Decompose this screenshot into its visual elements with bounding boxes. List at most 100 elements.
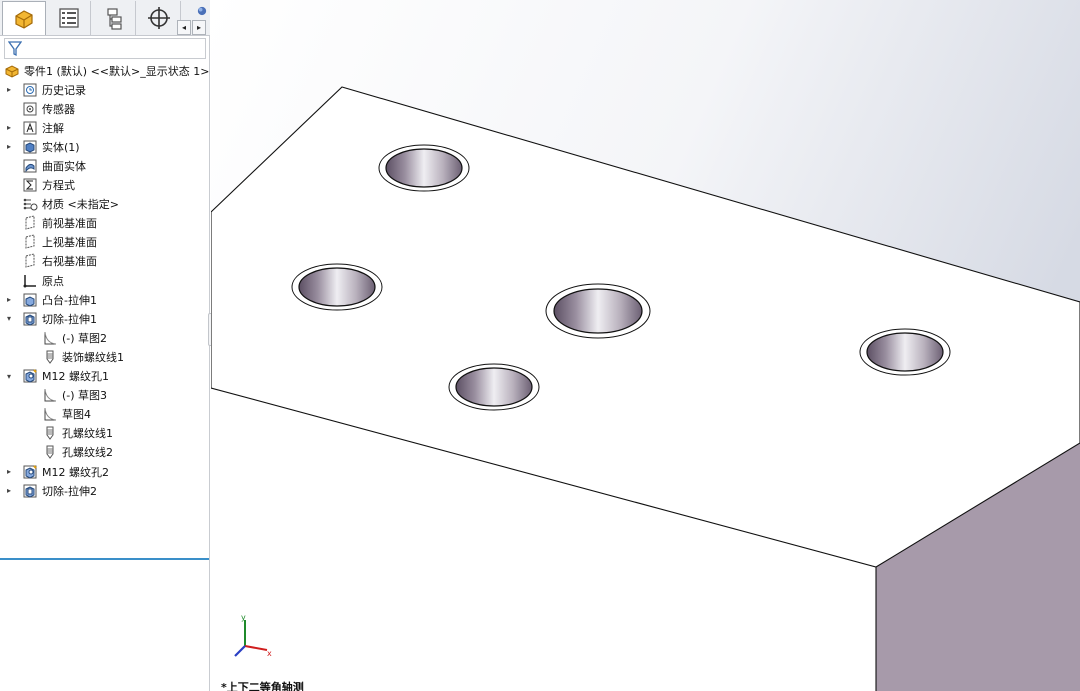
tree-item-label: 孔螺纹线2 [62, 446, 113, 460]
tab-property-manager[interactable] [47, 1, 91, 35]
part-icon [15, 9, 33, 29]
tree-item[interactable]: 原点 [4, 271, 64, 290]
tree-item-label: 原点 [42, 274, 64, 288]
tree-item-label: 上视基准面 [42, 236, 97, 250]
tabs-scroll-right-button[interactable]: ▸ [192, 20, 206, 35]
tree-item[interactable]: 方程式 [4, 176, 75, 195]
cut-extrude-icon [23, 484, 37, 498]
graphics-viewport[interactable] [211, 0, 1080, 691]
expand-arrow-icon[interactable]: ▸ [4, 486, 14, 495]
part-icon [5, 64, 19, 78]
tree-item[interactable]: (-) 草图3 [34, 386, 107, 405]
thread-hole[interactable] [545, 283, 651, 339]
thread-hole[interactable] [378, 144, 470, 192]
material-icon [23, 198, 38, 211]
tree-item[interactable]: ▸ M12 螺纹孔2 [4, 462, 109, 481]
triad-x-label: x [267, 649, 272, 658]
tree-item[interactable]: ▾ 切除-拉伸1 [4, 309, 97, 328]
hole-wizard-icon [23, 464, 37, 479]
tree-root-part[interactable]: 零件1 (默认) <<默认>_显示状态 1> [4, 61, 209, 80]
tree-item[interactable]: 孔螺纹线1 [34, 424, 113, 443]
tree-item-label: 凸台-拉伸1 [42, 293, 97, 307]
filter-icon [8, 41, 22, 57]
tree-item[interactable]: ▾ M12 螺纹孔1 [4, 367, 109, 386]
tree-item[interactable]: 装饰螺纹线1 [34, 347, 124, 366]
equation-icon [23, 178, 37, 192]
tab-feature-manager[interactable] [2, 1, 46, 35]
history-icon [23, 83, 37, 96]
view-orientation-label: *上下二等角轴测 [221, 681, 304, 691]
collapse-arrow-icon[interactable]: ▾ [4, 372, 14, 381]
sensor-icon [23, 102, 37, 116]
configuration-icon [106, 8, 122, 30]
sketch-icon [44, 408, 57, 421]
model-scene [211, 0, 1080, 691]
tree-root-label: 零件1 (默认) <<默认>_显示状态 1> [24, 64, 210, 78]
expand-arrow-icon[interactable]: ▸ [4, 467, 14, 476]
tree-item[interactable]: 曲面实体 [4, 156, 86, 175]
tree-item-label: 装饰螺纹线1 [62, 350, 124, 364]
plane-icon [25, 234, 35, 249]
plane-icon [25, 215, 35, 230]
cosmetic-thread-icon [46, 426, 54, 441]
sketch-icon [44, 389, 57, 402]
expand-arrow-icon[interactable]: ▸ [4, 85, 14, 94]
tree-item[interactable]: 前视基准面 [4, 214, 97, 233]
crosshair-icon [147, 7, 170, 29]
cosmetic-thread-icon [46, 350, 54, 364]
tree-item[interactable]: ▸ 实体(1) [4, 137, 80, 156]
tree-item-label: 右视基准面 [42, 255, 97, 269]
expand-arrow-icon[interactable]: ▸ [4, 142, 14, 151]
tree-item-label: 实体(1) [42, 140, 80, 154]
tree-item[interactable]: ▸ 历史记录 [4, 80, 86, 99]
tabs-scroll-left-button[interactable]: ◂ [177, 20, 191, 35]
thread-hole[interactable] [448, 363, 540, 411]
tree-item-label: 孔螺纹线1 [62, 427, 113, 441]
solid-body-icon [23, 140, 37, 154]
cut-extrude-icon [23, 312, 37, 326]
cosmetic-thread-icon [46, 445, 54, 460]
tree-item[interactable]: ▸ 凸台-拉伸1 [4, 290, 97, 309]
plane-icon [25, 253, 35, 269]
manager-tabs: ◂ ▸ [0, 0, 210, 36]
tree-item[interactable]: ▸ 切除-拉伸2 [4, 481, 97, 500]
thread-hole[interactable] [291, 263, 383, 311]
surface-body-icon [23, 159, 37, 173]
tree-item[interactable]: 草图4 [34, 405, 91, 424]
tree-item-label: 材质 <未指定> [42, 198, 119, 212]
tree-filter-input[interactable] [4, 38, 206, 59]
expand-arrow-icon[interactable]: ▸ [4, 123, 14, 132]
tree-item-label: M12 螺纹孔1 [42, 370, 109, 383]
triad-y-label: y [241, 613, 246, 622]
collapse-arrow-icon[interactable]: ▾ [4, 314, 14, 323]
tree-item-label: (-) 草图2 [62, 331, 108, 345]
tree-item[interactable]: ▸ 注解 [4, 118, 64, 137]
tree-item[interactable]: 右视基准面 [4, 252, 97, 271]
origin-icon [23, 274, 36, 287]
tree-item[interactable]: 孔螺纹线2 [34, 443, 113, 462]
feature-manager-panel: ◂ ▸ 零件1 (默认) <<默认>_显示状态 1> ▸ 历史记录传感器 ▸ 注解 ▸ 实… [0, 0, 218, 691]
tab-configuration-manager[interactable] [92, 1, 136, 35]
tree-item[interactable]: 上视基准面 [4, 233, 97, 252]
tree-item-label: (-) 草图3 [62, 389, 108, 403]
property-list-icon [58, 8, 79, 28]
boss-extrude-icon [23, 293, 37, 307]
rollback-bar[interactable] [0, 558, 209, 560]
tree-item-label: 切除-拉伸2 [42, 484, 97, 498]
view-triad: y x [234, 613, 272, 658]
tree-item-label: 曲面实体 [42, 159, 86, 173]
thread-hole[interactable] [859, 328, 951, 376]
sphere-icon [197, 6, 207, 16]
tree-item-label: 方程式 [42, 179, 75, 192]
tree-item[interactable]: 材质 <未指定> [4, 195, 119, 214]
tab-dimxpert-manager[interactable] [137, 1, 181, 35]
tree-item[interactable]: (-) 草图2 [34, 328, 107, 347]
tree-item-label: 历史记录 [42, 83, 86, 97]
tree-item-label: 注解 [42, 121, 64, 135]
tree-item-label: 切除-拉伸1 [42, 312, 97, 326]
expand-arrow-icon[interactable]: ▸ [4, 295, 14, 304]
tree-item-label: 传感器 [42, 102, 75, 116]
tree-item[interactable]: 传感器 [4, 99, 75, 118]
tree-item-label: 草图4 [62, 408, 91, 422]
sketch-icon [44, 331, 57, 345]
